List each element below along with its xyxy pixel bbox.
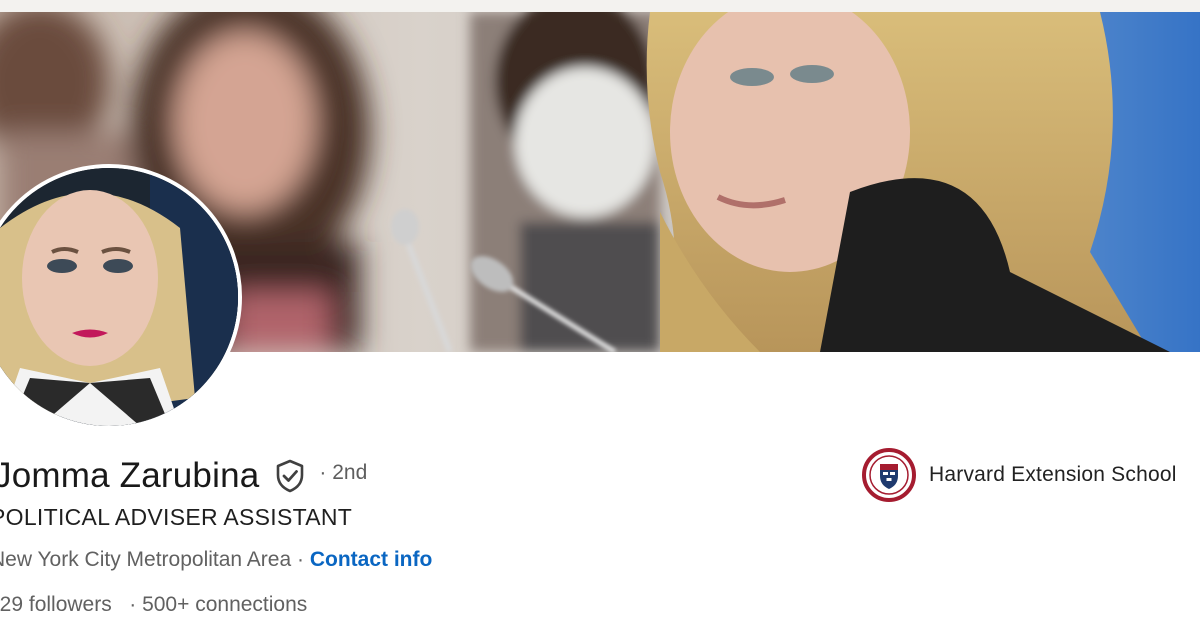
connection-degree: · 2nd xyxy=(319,461,368,484)
followers-count: 329 followers xyxy=(0,593,112,616)
harvard-shield-logo xyxy=(862,448,916,502)
education-school-link[interactable]: Harvard Extension School xyxy=(862,448,1177,502)
verified-shield-icon[interactable] xyxy=(273,459,307,493)
profile-location: New York City Metropolitan Area xyxy=(0,548,292,571)
contact-info-link[interactable]: Contact info xyxy=(310,548,432,571)
connections-count[interactable]: · 500+ connections xyxy=(129,593,307,616)
profile-headline: POLITICAL ADVISER ASSISTANT xyxy=(0,504,353,530)
location-row: New York City Metropolitan Area · Contac… xyxy=(0,548,432,572)
top-strip xyxy=(0,0,1200,12)
location-separator: · xyxy=(291,548,310,571)
profile-name-row: Jomma Zarubina · 2nd xyxy=(0,452,367,500)
school-name: Harvard Extension School xyxy=(929,463,1177,486)
profile-page: Jomma Zarubina · 2nd POLITICAL ADVISER A… xyxy=(0,0,1200,630)
network-stats-row: 329 followers · 500+ connections xyxy=(0,593,307,617)
profile-name: Jomma Zarubina xyxy=(0,456,260,495)
